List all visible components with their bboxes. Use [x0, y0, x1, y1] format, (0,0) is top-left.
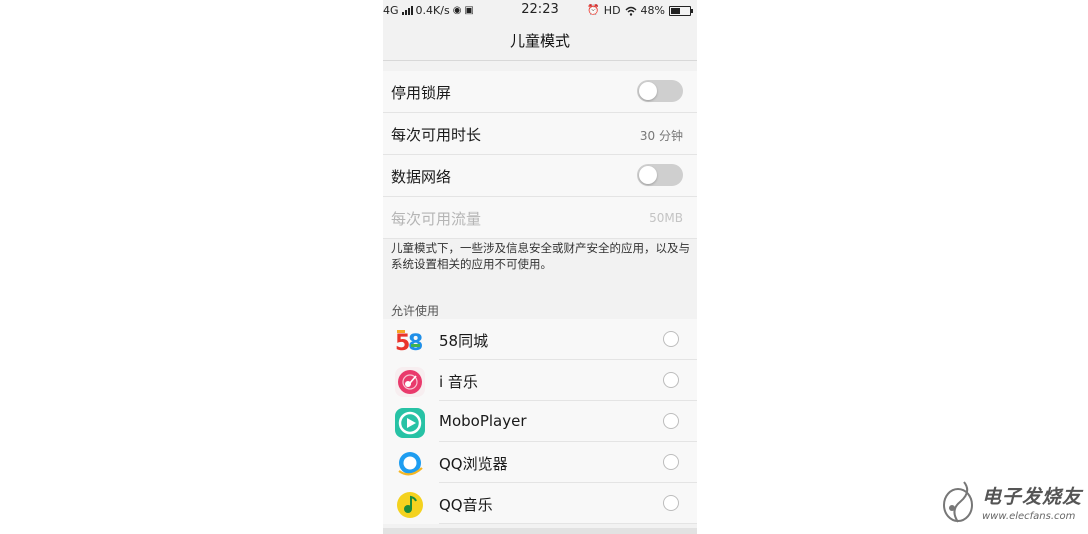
divider: [439, 523, 697, 524]
toggle-knob: [639, 82, 657, 100]
setting-label: 每次可用时长: [391, 126, 482, 144]
alarm-icon: ⏰: [587, 5, 600, 16]
app-name: i 音乐: [439, 373, 478, 391]
list-item[interactable]: QQ音乐: [383, 483, 697, 524]
setting-usage-duration[interactable]: 每次可用时长 30 分钟: [383, 113, 697, 155]
58-tongcheng-icon: 5 8: [395, 326, 425, 356]
setting-data-allowance: 每次可用流量 50MB: [383, 197, 697, 239]
setting-disable-lockscreen[interactable]: 停用锁屏: [383, 71, 697, 113]
app-select-radio[interactable]: [663, 372, 679, 388]
settings-group: 停用锁屏 每次可用时长 30 分钟 数据网络 每次可用流量 50MB: [383, 71, 697, 239]
mobile-data-toggle[interactable]: [637, 164, 683, 186]
moboplayer-icon: [395, 408, 425, 438]
app-select-radio[interactable]: [663, 495, 679, 511]
qq-browser-icon: [395, 449, 425, 479]
battery-icon: [669, 5, 693, 16]
bottom-edge: [383, 528, 697, 534]
app-select-radio[interactable]: [663, 454, 679, 470]
app-name: QQ音乐: [439, 496, 493, 514]
battery-percent: 48%: [640, 4, 665, 17]
wifi-icon: [625, 6, 637, 16]
phone-screen: 4G 0.4K/s ◉ ▣ 22:23 ⏰ HD 48% 儿童模式 停用锁屏 每…: [383, 0, 697, 534]
app-select-radio[interactable]: [663, 331, 679, 347]
setting-label: 每次可用流量: [391, 210, 482, 228]
app-name: MoboPlayer: [439, 412, 527, 430]
watermark-logo-icon: [943, 481, 973, 523]
hd-indicator: HD: [603, 4, 621, 17]
restriction-note: 儿童模式下，一些涉及信息安全或财产安全的应用，以及与系统设置相关的应用不可使用。: [391, 241, 690, 271]
page-title: 儿童模式: [509, 32, 570, 50]
svg-text:8: 8: [408, 331, 423, 356]
watermark-url: www.elecfans.com: [982, 511, 1076, 522]
setting-label: 数据网络: [391, 168, 452, 186]
list-item[interactable]: 5 8 58同城: [383, 319, 697, 360]
app-name: QQ浏览器: [439, 455, 508, 473]
list-item[interactable]: QQ浏览器: [383, 442, 697, 483]
watermark: 电子发烧友 www.elecfans.com: [938, 478, 1084, 528]
title-divider: [383, 60, 697, 61]
setting-value: 50MB: [649, 211, 683, 225]
app-name: 58同城: [439, 332, 489, 350]
setting-label: 停用锁屏: [391, 84, 452, 102]
status-bar: 4G 0.4K/s ◉ ▣ 22:23 ⏰ HD 48%: [383, 0, 697, 22]
toggle-knob: [639, 166, 657, 184]
disable-lockscreen-toggle[interactable]: [637, 80, 683, 102]
list-item[interactable]: MoboPlayer: [383, 401, 697, 442]
i-music-icon: [395, 367, 425, 397]
setting-mobile-data[interactable]: 数据网络: [383, 155, 697, 197]
list-item[interactable]: i 音乐: [383, 360, 697, 401]
app-select-radio[interactable]: [663, 413, 679, 429]
setting-value: 30 分钟: [639, 129, 683, 143]
allowed-section-title: 允许使用: [391, 304, 440, 318]
watermark-text: 电子发烧友: [982, 486, 1083, 508]
qq-music-icon: [395, 490, 425, 520]
allowed-app-list: 5 8 58同城 i 音乐 MoboPlayer QQ浏览器 QQ音乐: [383, 319, 697, 524]
